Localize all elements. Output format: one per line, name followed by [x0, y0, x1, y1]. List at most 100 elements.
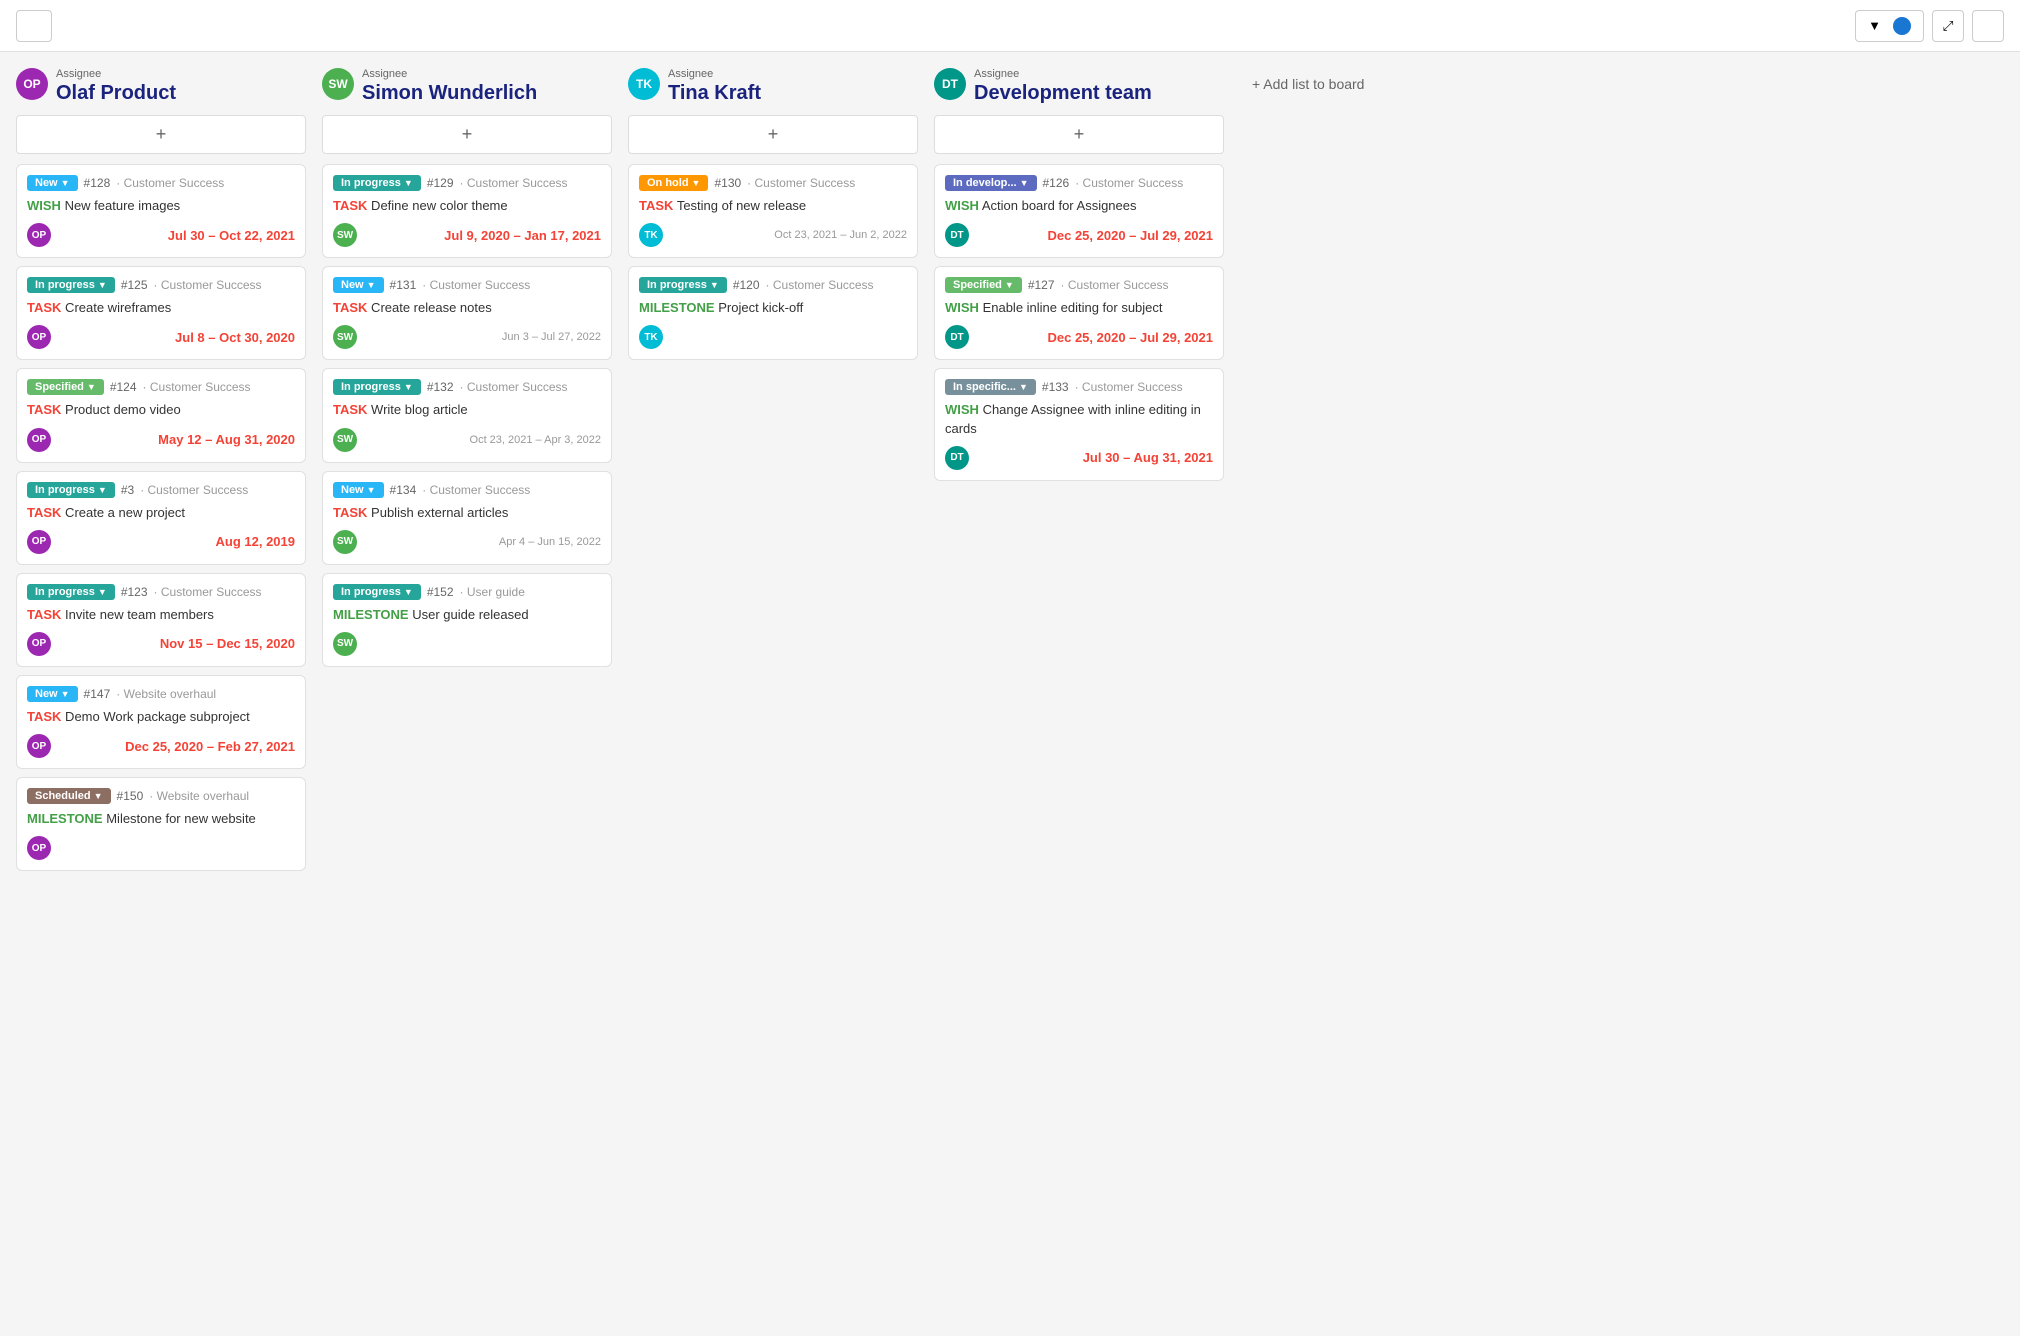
task-card[interactable]: On hold ▼#130· Customer SuccessTASK Test…	[628, 164, 918, 258]
task-card[interactable]: Scheduled ▼#150· Website overhaulMILESTO…	[16, 777, 306, 871]
assignee-label-simon: Assignee	[362, 68, 537, 80]
status-badge[interactable]: New ▼	[333, 482, 384, 498]
add-list-button[interactable]: + Add list to board	[1240, 68, 1376, 100]
column-devteam: DTAssigneeDevelopment team+In develop...…	[934, 68, 1224, 489]
badge-arrow-icon: ▼	[367, 485, 376, 495]
badge-arrow-icon: ▼	[94, 791, 103, 801]
card-project: · Customer Success	[140, 483, 248, 497]
card-project: · Customer Success	[422, 483, 530, 497]
card-dates: Aug 12, 2019	[216, 534, 296, 549]
add-card-button-devteam[interactable]: +	[934, 115, 1224, 154]
add-card-button-tina[interactable]: +	[628, 115, 918, 154]
card-type: TASK	[27, 709, 61, 724]
card-project: · Customer Success	[1075, 380, 1183, 394]
card-number: #150	[117, 789, 144, 803]
card-type: TASK	[333, 402, 367, 417]
card-avatar: DT	[945, 446, 969, 470]
back-button[interactable]	[16, 10, 52, 42]
badge-arrow-icon: ▼	[404, 587, 413, 597]
card-project: · User guide	[460, 585, 525, 599]
task-card[interactable]: New ▼#128· Customer SuccessWISH New feat…	[16, 164, 306, 258]
add-card-button-olaf[interactable]: +	[16, 115, 306, 154]
task-card[interactable]: In develop... ▼#126· Customer SuccessWIS…	[934, 164, 1224, 258]
status-badge[interactable]: Specified ▼	[27, 379, 104, 395]
column-header-olaf: OPAssigneeOlaf Product	[16, 68, 306, 105]
top-actions: ▼ ⤢	[1855, 10, 2004, 42]
badge-arrow-icon: ▼	[87, 382, 96, 392]
status-badge[interactable]: Specified ▼	[945, 277, 1022, 293]
filter-button[interactable]: ▼	[1855, 10, 1924, 42]
card-project: · Customer Success	[154, 585, 262, 599]
badge-arrow-icon: ▼	[98, 485, 107, 495]
card-dates: Nov 15 – Dec 15, 2020	[160, 636, 295, 651]
card-type: MILESTONE	[27, 811, 103, 826]
filter-icon: ▼	[1868, 18, 1881, 33]
card-dates: Jul 8 – Oct 30, 2020	[175, 330, 295, 345]
badge-arrow-icon: ▼	[404, 382, 413, 392]
card-project: · Customer Success	[116, 176, 224, 190]
card-number: #129	[427, 176, 454, 190]
status-badge[interactable]: New ▼	[27, 686, 78, 702]
top-bar: ▼ ⤢	[0, 0, 2020, 52]
task-card[interactable]: In progress ▼#129· Customer SuccessTASK …	[322, 164, 612, 258]
task-card[interactable]: In progress ▼ #152 · User guide MILESTONE U…	[322, 573, 612, 667]
card-avatar: OP	[27, 223, 51, 247]
card-number: #152	[427, 585, 454, 599]
card-avatar: SW	[333, 325, 357, 349]
task-card[interactable]: In progress ▼#120· Customer SuccessMILES…	[628, 266, 918, 360]
task-card[interactable]: In progress ▼ #132 · Customer Success TASK …	[322, 368, 612, 462]
status-badge[interactable]: In progress ▼	[27, 482, 115, 498]
status-badge[interactable]: New ▼	[333, 277, 384, 293]
column-header-tina: TKAssigneeTina Kraft	[628, 68, 918, 105]
task-card[interactable]: New ▼#131· Customer SuccessTASK Create r…	[322, 266, 612, 360]
expand-button[interactable]: ⤢	[1932, 10, 1964, 42]
task-card[interactable]: New ▼#147· Website overhaulTASK Demo Wor…	[16, 675, 306, 769]
more-button[interactable]	[1972, 10, 2004, 42]
expand-icon: ⤢	[1943, 18, 1954, 34]
status-badge[interactable]: In progress ▼	[333, 379, 421, 395]
avatar-tina: TK	[628, 68, 660, 100]
task-card[interactable]: New ▼#134· Customer SuccessTASK Publish …	[322, 471, 612, 565]
status-badge[interactable]: In specific... ▼	[945, 379, 1036, 395]
status-badge[interactable]: New ▼	[27, 175, 78, 191]
card-number: #132	[427, 380, 454, 394]
card-dates: Jun 3 – Jul 27, 2022	[502, 331, 601, 343]
task-card[interactable]: In progress ▼#125· Customer SuccessTASK …	[16, 266, 306, 360]
status-badge[interactable]: In develop... ▼	[945, 175, 1037, 191]
status-badge[interactable]: In progress ▼	[27, 584, 115, 600]
card-project: · Customer Success	[422, 278, 530, 292]
task-card[interactable]: In progress ▼#3· Customer SuccessTASK Cr…	[16, 471, 306, 565]
card-title: MILESTONE User guide released	[333, 606, 601, 624]
card-title: MILESTONE Project kick-off	[639, 299, 907, 317]
card-title: WISH Action board for Assignees	[945, 197, 1213, 215]
card-avatar: SW	[333, 223, 357, 247]
task-card[interactable]: Specified ▼#124· Customer SuccessTASK Pr…	[16, 368, 306, 462]
card-type: TASK	[639, 198, 673, 213]
card-type: TASK	[27, 402, 61, 417]
card-avatar: DT	[945, 223, 969, 247]
status-badge[interactable]: Scheduled ▼	[27, 788, 111, 804]
badge-arrow-icon: ▼	[710, 280, 719, 290]
task-card[interactable]: In specific... ▼#133· Customer SuccessWI…	[934, 368, 1224, 480]
status-badge[interactable]: On hold ▼	[639, 175, 708, 191]
task-card[interactable]: In progress ▼#123· Customer SuccessTASK …	[16, 573, 306, 667]
card-number: #3	[121, 483, 134, 497]
avatar-olaf: OP	[16, 68, 48, 100]
add-card-button-simon[interactable]: +	[322, 115, 612, 154]
status-badge[interactable]: In progress ▼	[27, 277, 115, 293]
card-title: TASK Write blog article	[333, 401, 601, 419]
card-dates: Jul 9, 2020 – Jan 17, 2021	[444, 228, 601, 243]
card-number: #130	[714, 176, 741, 190]
card-type: TASK	[27, 300, 61, 315]
status-badge[interactable]: In progress ▼	[639, 277, 727, 293]
status-badge[interactable]: In progress ▼	[333, 584, 421, 600]
card-type: WISH	[945, 402, 979, 417]
card-number: #123	[121, 585, 148, 599]
badge-arrow-icon: ▼	[692, 178, 701, 188]
card-dates: Jul 30 – Oct 22, 2021	[168, 228, 295, 243]
card-type: MILESTONE	[639, 300, 715, 315]
task-card[interactable]: Specified ▼#127· Customer SuccessWISH En…	[934, 266, 1224, 360]
card-project: · Customer Success	[460, 380, 568, 394]
status-badge[interactable]: In progress ▼	[333, 175, 421, 191]
card-number: #125	[121, 278, 148, 292]
